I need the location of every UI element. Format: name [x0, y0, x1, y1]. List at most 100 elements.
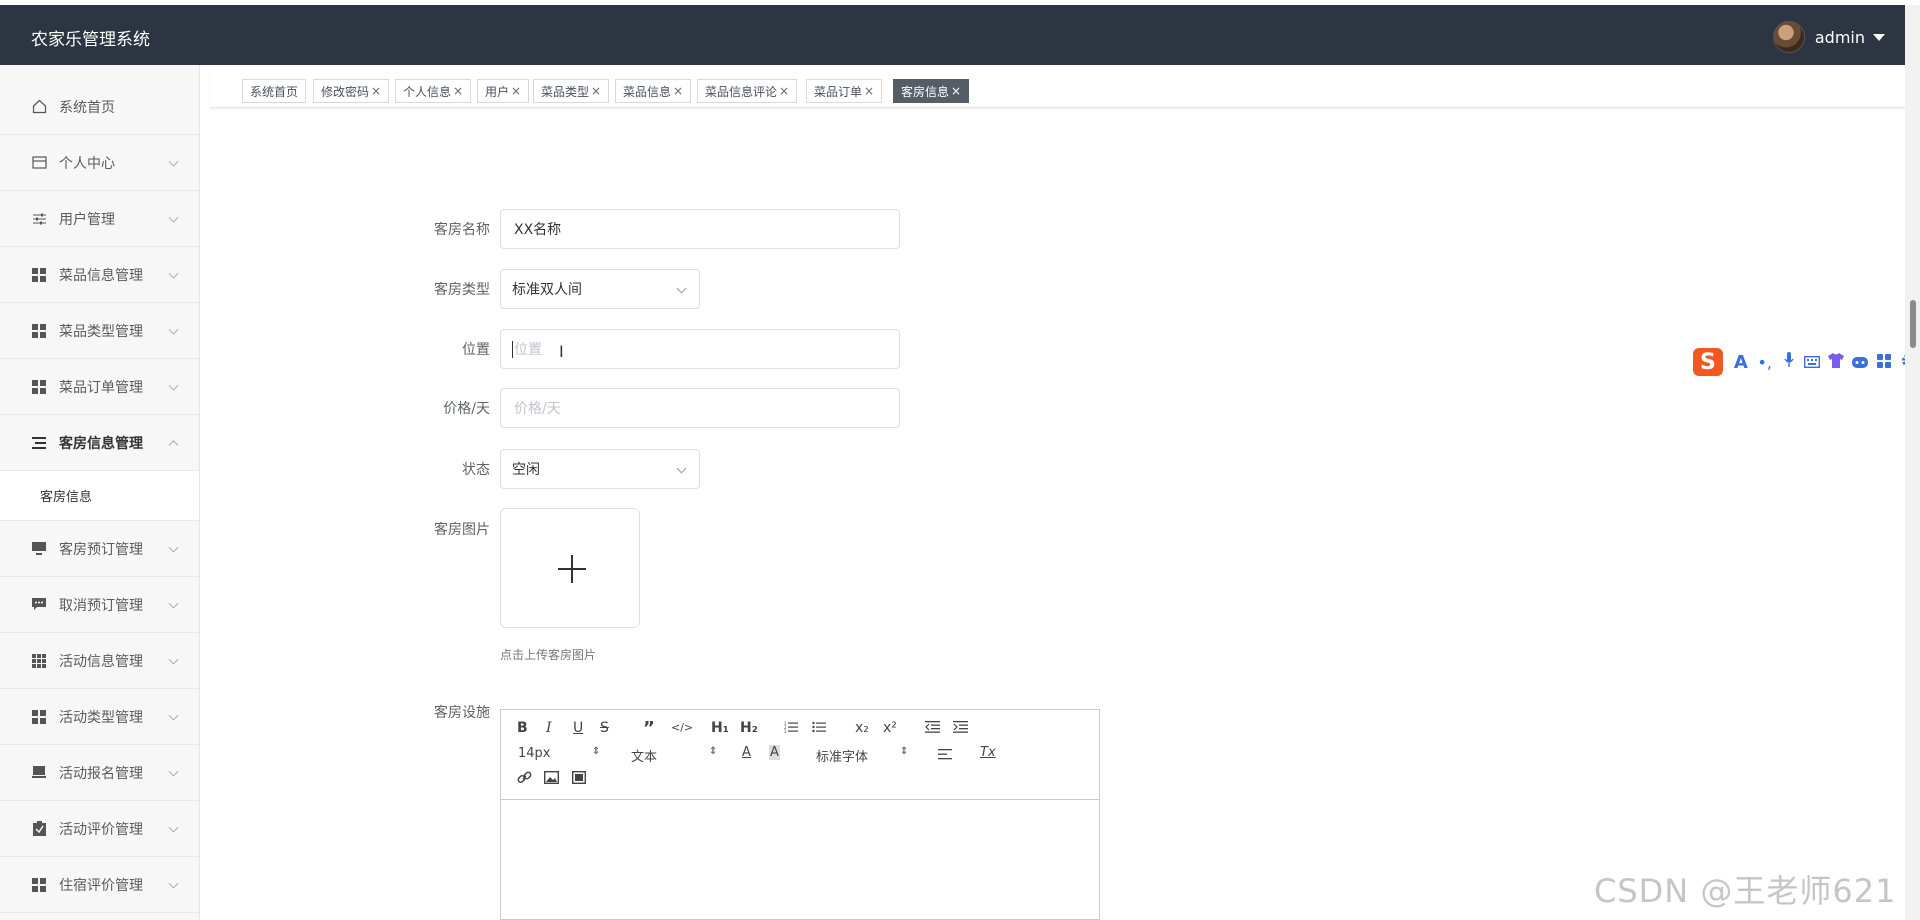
underline-button[interactable]: U [573, 720, 583, 736]
font-a-icon[interactable]: A [1729, 352, 1753, 373]
bold-button[interactable]: B [517, 720, 528, 736]
price-input[interactable]: 价格/天 [500, 388, 900, 428]
sidebar-item-cancel-booking[interactable]: 取消预订管理 [0, 577, 199, 633]
strike-button[interactable]: S [600, 720, 609, 736]
grid-icon [31, 877, 47, 893]
font-color-button[interactable]: A [742, 745, 751, 760]
page-scrollbar[interactable] [1905, 5, 1920, 920]
tab-label: 修改密码 [321, 84, 370, 99]
home-icon [31, 99, 47, 115]
avatar[interactable] [1772, 21, 1805, 53]
sidebar-item-activity-review[interactable]: 活动评价管理 [0, 801, 199, 857]
font-family-select[interactable]: 标准字体 ⇕ [816, 746, 911, 765]
chevron-down-icon [676, 463, 687, 474]
sidebar-item-activity-signup[interactable]: 活动报名管理 [0, 745, 199, 801]
room-name-input[interactable]: XX名称 [500, 209, 900, 249]
close-icon[interactable]: × [453, 84, 463, 98]
sidebar-item-dish-type[interactable]: 菜品类型管理 [0, 303, 199, 359]
tab-dish-orders[interactable]: 菜品订单 × [806, 79, 883, 103]
user-menu[interactable]: admin [1772, 21, 1885, 53]
chevron-down-icon [168, 212, 179, 223]
upload-tip: 点击上传客房图片 [500, 648, 597, 662]
shirt-icon[interactable] [1824, 352, 1848, 372]
punctuation-icon[interactable]: •, [1753, 353, 1777, 372]
indent-icon[interactable] [953, 721, 968, 737]
tab-users[interactable]: 用户 × [477, 79, 530, 103]
room-type-select[interactable]: 标准双人间 [500, 269, 700, 309]
close-icon[interactable]: × [371, 84, 381, 98]
scrollbar-thumb[interactable] [1910, 300, 1916, 348]
sidebar-item-room-booking[interactable]: 客房预订管理 [0, 521, 199, 577]
microphone-icon[interactable] [1777, 352, 1801, 372]
link-icon[interactable] [517, 770, 532, 789]
status-select[interactable]: 空闲 [500, 449, 700, 489]
grid-icon [31, 379, 47, 395]
grid-icon [31, 267, 47, 283]
tab-change-password[interactable]: 修改密码 × [313, 79, 390, 103]
submenu-item-room-info[interactable]: 客房信息 [0, 471, 199, 521]
ordered-list-icon[interactable]: 123 [784, 721, 798, 737]
close-icon[interactable]: × [511, 84, 521, 98]
sidebar-item-label: 菜品类型管理 [59, 323, 143, 340]
tab-personal-info[interactable]: 个人信息 × [395, 79, 472, 103]
sidebar-item-room-info[interactable]: 客房信息管理 [0, 415, 199, 471]
h2-button[interactable]: H₂ [740, 720, 758, 736]
background-color-button[interactable]: A [769, 745, 780, 760]
room-type-label: 客房类型 [434, 282, 490, 298]
price-label: 价格/天 [443, 401, 490, 417]
sidebar-item-label: 客房信息管理 [59, 435, 143, 452]
outdent-icon[interactable] [925, 721, 940, 737]
location-input[interactable]: 位置 I [500, 329, 900, 369]
close-icon[interactable]: × [591, 84, 601, 98]
align-icon[interactable] [938, 748, 952, 764]
subscript-button[interactable]: x₂ [855, 720, 869, 736]
close-icon[interactable]: × [864, 84, 874, 98]
gamepad-icon[interactable] [1848, 353, 1872, 372]
quote-icon[interactable]: ” [643, 718, 655, 739]
sidebar-item-activity-type[interactable]: 活动类型管理 [0, 689, 199, 745]
tab-label: 菜品订单 [814, 84, 863, 99]
username[interactable]: admin [1815, 28, 1865, 47]
tab-label: 系统首页 [250, 84, 299, 99]
tab-room-info[interactable]: 客房信息 × [893, 79, 970, 103]
superscript-button[interactable]: x² [883, 720, 897, 736]
sidebar-item-home[interactable]: 系统首页 [0, 65, 199, 135]
block-format-select[interactable]: 文本 ⇕ [631, 746, 721, 765]
close-icon[interactable]: × [951, 84, 961, 98]
status-label: 状态 [462, 462, 490, 478]
apps-icon[interactable] [1872, 353, 1896, 372]
sidebar-item-dish-order[interactable]: 菜品订单管理 [0, 359, 199, 415]
ime-logo[interactable]: S [1693, 348, 1723, 376]
close-icon[interactable]: × [779, 84, 789, 98]
sidebar-item-users[interactable]: 用户管理 [0, 191, 199, 247]
font-size-select[interactable]: 14px ⇕ [518, 746, 603, 761]
block-format-value: 文本 [631, 750, 658, 765]
sidebar-item-dish-info[interactable]: 菜品信息管理 [0, 247, 199, 303]
up-down-arrow-icon: ⇕ [900, 746, 909, 757]
room-type-value: 标准双人间 [512, 282, 582, 298]
video-icon[interactable] [571, 770, 587, 788]
editor-content-area[interactable] [501, 800, 1099, 920]
code-icon[interactable]: </> [671, 721, 693, 734]
clear-format-button[interactable]: Tx [980, 745, 996, 760]
h1-button[interactable]: H₁ [711, 720, 729, 736]
chevron-down-icon [676, 283, 687, 294]
tab-dish-type[interactable]: 菜品类型 × [533, 79, 610, 103]
image-icon[interactable] [543, 770, 560, 788]
sidebar-item-activity-info[interactable]: 活动信息管理 [0, 633, 199, 689]
image-upload-button[interactable] [500, 508, 640, 628]
sidebar-item-profile-center[interactable]: 个人中心 [0, 135, 199, 191]
tab-dish-info[interactable]: 菜品信息 × [615, 79, 692, 103]
keyboard-icon[interactable] [1801, 353, 1825, 372]
close-icon[interactable]: × [673, 84, 683, 98]
ibeam-cursor-icon: I [559, 342, 564, 361]
caret-down-icon[interactable] [1873, 33, 1885, 41]
tab-dish-comments[interactable]: 菜品信息评论 × [697, 79, 798, 103]
sidebar-item-label: 活动类型管理 [59, 709, 143, 726]
italic-button[interactable]: I [546, 720, 552, 736]
tab-label: 菜品信息评论 [705, 84, 778, 99]
tab-home[interactable]: 系统首页 [242, 79, 307, 103]
sidebar-item-lodging-review[interactable]: 住宿评价管理 [0, 857, 199, 913]
bullet-list-icon[interactable] [812, 721, 826, 737]
sidebar-item-label: 活动报名管理 [59, 765, 143, 782]
